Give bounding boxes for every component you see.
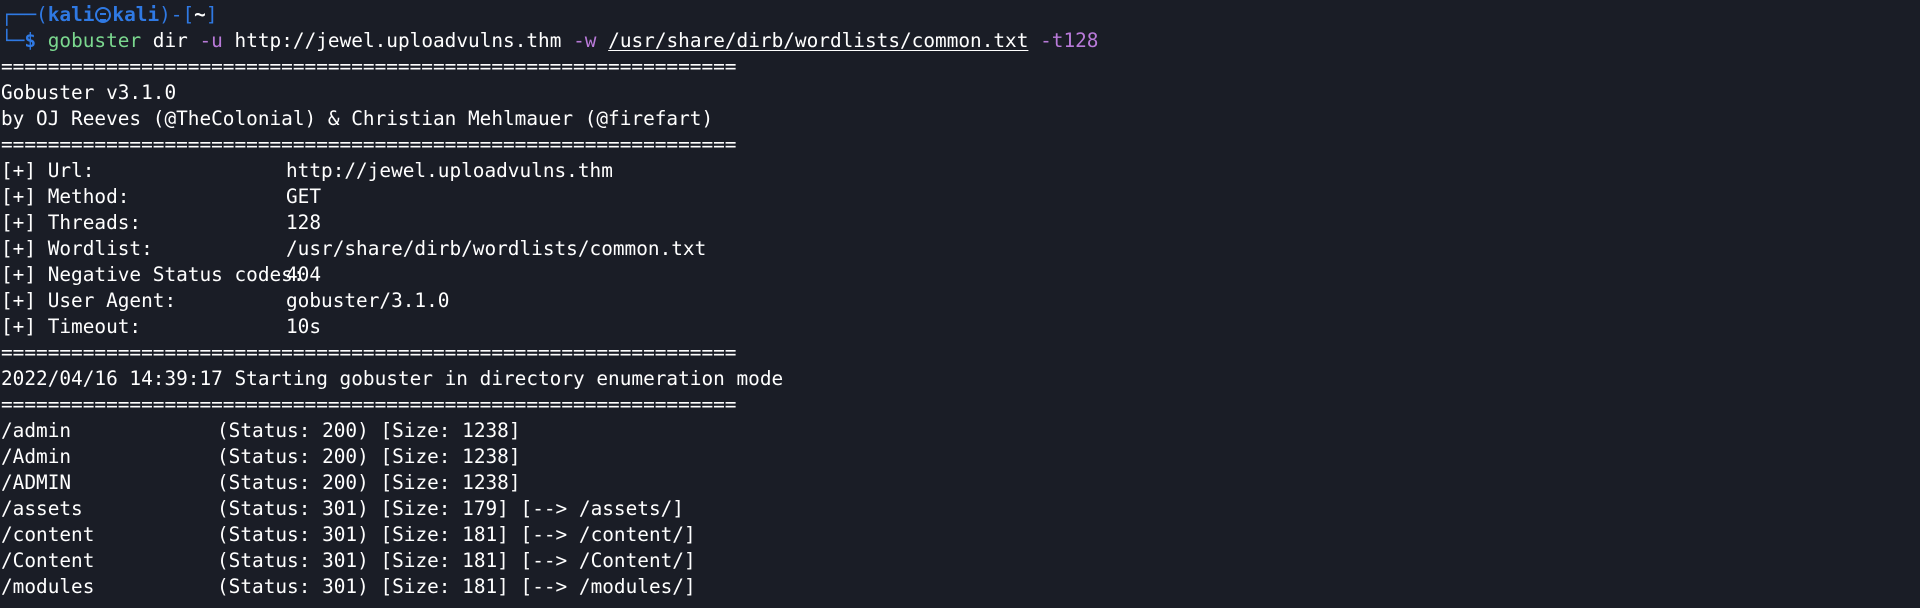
- result-info: (Status: 200) [Size: 1238]: [217, 471, 521, 494]
- result-info: (Status: 301) [Size: 181] [--> /Content/…: [217, 549, 696, 572]
- result-info: (Status: 301) [Size: 181] [--> /content/…: [217, 523, 696, 546]
- config-value: 404: [286, 263, 322, 286]
- config-key: [+] User Agent:: [1, 289, 177, 312]
- command-flag-u: -u: [199, 29, 223, 52]
- result-row: /Admin (Status: 200) [Size: 1238]: [1, 444, 1920, 470]
- result-info: (Status: 301) [Size: 181] [--> /modules/…: [217, 575, 696, 598]
- prompt-host: kali: [112, 3, 160, 26]
- command-subcommand: dir: [141, 29, 200, 52]
- prompt-line: ┌──(kali kali)-[~]: [1, 2, 1920, 28]
- command-flag-w: -w: [573, 29, 597, 52]
- config-key: [+] Timeout:: [1, 315, 142, 338]
- gobuster-version: Gobuster v3.1.0: [1, 81, 177, 104]
- prompt-close: )-[: [159, 3, 195, 26]
- result-path: /ADMIN: [1, 471, 72, 494]
- prompt-dollar: $: [24, 29, 48, 52]
- config-key: [+] Url:: [1, 159, 95, 182]
- result-info: (Status: 200) [Size: 1238]: [217, 419, 521, 442]
- kali-skull-icon: [95, 7, 112, 23]
- command-url: http://jewel.uploadvulns.thm: [222, 29, 574, 52]
- result-path: /Admin: [1, 445, 72, 468]
- config-row: [+] User Agent: gobuster/3.1.0: [1, 288, 1920, 314]
- config-key: [+] Method:: [1, 185, 130, 208]
- config-key: [+] Negative Status codes:: [1, 263, 305, 286]
- config-value: 128: [286, 211, 322, 234]
- result-row: /content (Status: 301) [Size: 181] [--> /…: [1, 522, 1920, 548]
- result-row: /modules (Status: 301) [Size: 181] [--> /…: [1, 574, 1920, 600]
- config-row: [+] Url: http://jewel.uploadvulns.thm: [1, 158, 1920, 184]
- config-value: http://jewel.uploadvulns.thm: [286, 159, 613, 182]
- config-value: /usr/share/dirb/wordlists/common.txt: [286, 237, 707, 260]
- result-path: /modules: [1, 575, 95, 598]
- terminal-window[interactable]: ┌──(kali kali)-[~] └─$ gobuster dir -u ht…: [0, 2, 1920, 600]
- result-row: /assets (Status: 301) [Size: 179] [--> /a…: [1, 496, 1920, 522]
- result-path: /admin: [1, 419, 72, 442]
- start-line: 2022/04/16 14:39:17 Starting gobuster in…: [1, 367, 784, 390]
- command-wordlist-path[interactable]: /usr/share/dirb/wordlists/common.txt: [608, 29, 1028, 52]
- result-row: /Content (Status: 301) [Size: 181] [--> /…: [1, 548, 1920, 574]
- prompt-corner-bottom: └─: [1, 29, 25, 52]
- prompt-corner-top: ┌──: [1, 3, 37, 26]
- separator: ========================================…: [1, 341, 737, 364]
- result-info: (Status: 200) [Size: 1238]: [217, 445, 521, 468]
- command-program: gobuster: [47, 29, 142, 52]
- prompt-dir: ~: [194, 3, 206, 26]
- command-flag-t: -t128: [1040, 29, 1099, 52]
- gobuster-authors: by OJ Reeves (@TheColonial) & Christian …: [1, 107, 714, 130]
- prompt-user: kali: [47, 3, 95, 26]
- result-row: /ADMIN (Status: 200) [Size: 1238]: [1, 470, 1920, 496]
- separator: ========================================…: [1, 133, 737, 156]
- config-row: [+] Negative Status codes:404: [1, 262, 1920, 288]
- result-path: /Content: [1, 549, 95, 572]
- result-row: /admin (Status: 200) [Size: 1238]: [1, 418, 1920, 444]
- separator: ========================================…: [1, 393, 737, 416]
- config-value: 10s: [286, 315, 322, 338]
- config-value: GET: [286, 185, 322, 208]
- config-key: [+] Wordlist:: [1, 237, 153, 260]
- config-row: [+] Method: GET: [1, 184, 1920, 210]
- separator: ========================================…: [1, 55, 737, 78]
- config-value: gobuster/3.1.0: [286, 289, 450, 312]
- config-key: [+] Threads:: [1, 211, 142, 234]
- result-info: (Status: 301) [Size: 179] [--> /assets/]: [217, 497, 684, 520]
- command-line[interactable]: └─$ gobuster dir -u http://jewel.uploadv…: [1, 28, 1920, 54]
- result-path: /content: [1, 523, 95, 546]
- config-row: [+] Wordlist: /usr/share/dirb/wordlists/c…: [1, 236, 1920, 262]
- result-path: /assets: [1, 497, 83, 520]
- prompt-end: ]: [205, 3, 218, 26]
- config-row: [+] Threads: 128: [1, 210, 1920, 236]
- prompt-open: (: [36, 3, 48, 26]
- config-row: [+] Timeout: 10s: [1, 314, 1920, 340]
